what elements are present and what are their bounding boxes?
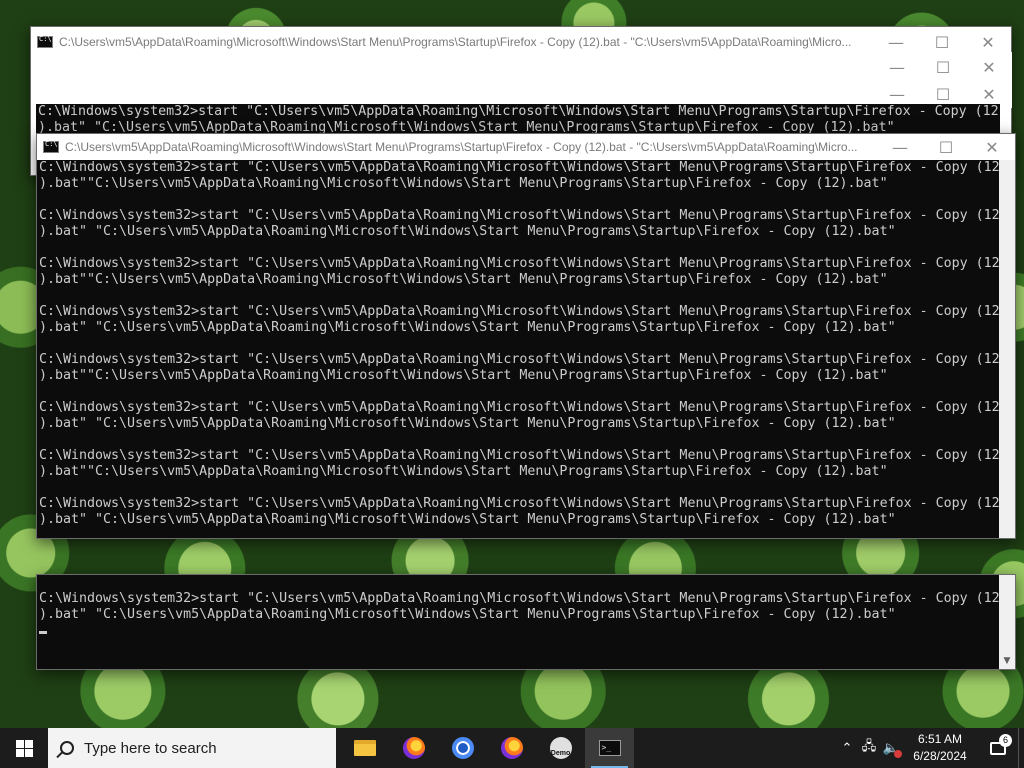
demo-icon: Demo (549, 737, 572, 759)
console-line: C:\Windows\system32>start "C:\Users\vm5\… (39, 304, 999, 319)
console-text: C:\Windows\system32>start "C:\Users\vm5\… (37, 160, 999, 538)
search-icon (60, 741, 74, 755)
taskbar-app-command-prompt[interactable]: >_ (585, 728, 634, 768)
windows-logo-icon (15, 739, 33, 757)
console-line: ).bat""C:\Users\vm5\AppData\Roaming\Micr… (39, 176, 888, 191)
command-prompt-icon (43, 140, 59, 153)
console-line: C:\Windows\system32>start "C:\Users\vm5\… (39, 256, 999, 271)
console-line: C:\Windows\system32>start "C:\Users\vm5\… (39, 591, 999, 606)
console-output-back: C:\Windows\system32>start "C:\Users\vm5\… (36, 104, 1000, 136)
title-bar[interactable]: C:\Users\vm5\AppData\Roaming\Microsoft\W… (37, 134, 1015, 160)
taskbar-app-file-explorer[interactable] (340, 728, 389, 768)
console-line: C:\Windows\system32>start "C:\Users\vm5\… (39, 496, 999, 511)
console-line: ).bat""C:\Users\vm5\AppData\Roaming\Micr… (39, 368, 888, 383)
vertical-scrollbar[interactable]: ▼ (999, 575, 1015, 669)
console-line: ).bat" "C:\Users\vm5\AppData\Roaming\Mic… (39, 512, 896, 527)
maximize-button[interactable]: ☐ (923, 134, 969, 160)
console-text: C:\Windows\system32>start "C:\Users\vm5\… (36, 104, 1000, 136)
notification-center-button[interactable]: 6 (978, 733, 1018, 755)
taskbar-app-demo[interactable]: Demo (536, 728, 585, 768)
console-line: C:\Windows\system32>start "C:\Users\vm5\… (39, 160, 999, 175)
console-line: ).bat""C:\Users\vm5\AppData\Roaming\Micr… (39, 272, 888, 287)
window-title: C:\Users\vm5\AppData\Roaming\Microsoft\W… (59, 35, 852, 49)
title-bar[interactable]: — ☐ ✕ (34, 52, 1012, 82)
console-prompt-line[interactable] (39, 623, 999, 639)
console-line: C:\Windows\system32>start "C:\Users\vm5\… (39, 352, 999, 367)
search-placeholder: Type here to search (84, 739, 217, 757)
taskbar-apps: Demo >_ (340, 728, 634, 768)
console-line: C:\Windows\system32>start "C:\Users\vm5\… (38, 104, 999, 119)
console-window-front[interactable]: C:\Users\vm5\AppData\Roaming\Microsoft\W… (36, 133, 1016, 539)
system-tray: ⌃ 🖧 🔈 6:51 AM 6/28/2024 6 (836, 728, 1024, 768)
folder-icon (353, 740, 376, 756)
clock-time: 6:51 AM (917, 732, 963, 746)
volume-muted-icon[interactable]: 🔈 (880, 741, 902, 758)
search-box[interactable]: Type here to search (48, 728, 336, 768)
chevron-up-icon[interactable]: ⌃ (836, 741, 858, 756)
close-button[interactable]: ✕ (966, 52, 1012, 82)
console-line: ).bat""C:\Users\vm5\AppData\Roaming\Micr… (39, 464, 888, 479)
close-button[interactable]: ✕ (969, 134, 1015, 160)
scroll-down-arrow[interactable]: ▼ (999, 653, 1015, 669)
console-text: C:\Windows\system32>start "C:\Users\vm5\… (37, 591, 999, 669)
terminal-icon: >_ (598, 740, 621, 756)
console-line: ).bat" "C:\Users\vm5\AppData\Roaming\Mic… (39, 607, 896, 622)
minimize-button[interactable]: — (874, 52, 920, 82)
text-cursor (39, 631, 47, 634)
console-line: C:\Windows\system32>start "C:\Users\vm5\… (39, 400, 999, 415)
firefox-icon (402, 737, 425, 759)
chrome-icon (451, 737, 474, 759)
console-window-back-2[interactable]: — ☐ ✕ (34, 52, 1012, 82)
clock[interactable]: 6:51 AM 6/28/2024 (902, 731, 978, 765)
command-prompt-icon (37, 35, 53, 48)
console-line: ).bat" "C:\Users\vm5\AppData\Roaming\Mic… (39, 320, 896, 335)
console-line: C:\Windows\system32>start "C:\Users\vm5\… (39, 208, 999, 223)
vertical-scrollbar[interactable] (999, 160, 1015, 538)
clock-date: 6/28/2024 (913, 749, 967, 763)
console-line: C:\Windows\system32>start "C:\Users\vm5\… (39, 448, 999, 463)
console-line: ).bat" "C:\Users\vm5\AppData\Roaming\Mic… (39, 224, 896, 239)
minimize-button[interactable]: — (877, 134, 923, 160)
notification-count: 6 (999, 733, 1012, 747)
show-desktop-button[interactable] (1018, 728, 1024, 768)
window-title: C:\Users\vm5\AppData\Roaming\Microsoft\W… (65, 140, 858, 154)
taskbar-app-firefox[interactable] (487, 728, 536, 768)
firefox-icon (500, 737, 523, 759)
maximize-button[interactable]: ☐ (920, 52, 966, 82)
taskbar: Type here to search Demo >_ ⌃ 🖧 🔈 6:51 AM… (0, 728, 1024, 768)
network-icon[interactable]: 🖧 (858, 737, 880, 759)
taskbar-app-firefox-nightly[interactable] (389, 728, 438, 768)
console-window-bottom[interactable]: C:\Windows\system32>start "C:\Users\vm5\… (36, 574, 1016, 670)
console-line: ).bat" "C:\Users\vm5\AppData\Roaming\Mic… (39, 416, 896, 431)
start-button[interactable] (0, 728, 48, 768)
taskbar-app-chrome[interactable] (438, 728, 487, 768)
